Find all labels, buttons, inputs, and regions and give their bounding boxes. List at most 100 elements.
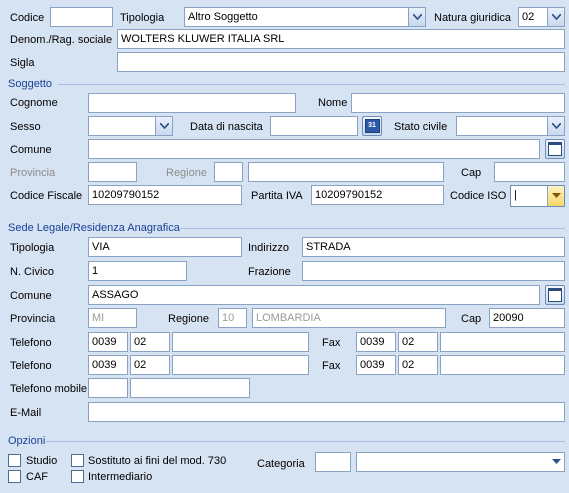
sesso-label: Sesso xyxy=(10,121,41,133)
telefono1-number-input[interactable] xyxy=(172,332,309,352)
telefono1-area-input[interactable]: 02 xyxy=(130,332,170,352)
fax1-area-input[interactable]: 02 xyxy=(398,332,438,352)
partita-iva-input[interactable]: 10209790152 xyxy=(311,185,444,205)
codice-iso-label: Codice ISO xyxy=(450,190,507,202)
sigla-input[interactable] xyxy=(117,52,565,72)
cognome-label: Cognome xyxy=(10,97,58,109)
fax1-prefix-input[interactable]: 0039 xyxy=(356,332,396,352)
comune-lookup-button[interactable] xyxy=(545,139,565,159)
calendar-button[interactable]: 31 xyxy=(362,116,382,136)
email-input[interactable] xyxy=(88,402,565,422)
regione-name-input xyxy=(248,162,444,182)
sede-comune-label: Comune xyxy=(10,290,52,302)
natura-giuridica-value: 02 xyxy=(522,11,535,23)
sesso-select[interactable] xyxy=(88,116,173,136)
mobile-number-input[interactable] xyxy=(130,378,250,398)
codice-fiscale-label: Codice Fiscale xyxy=(10,190,83,202)
codice-input[interactable] xyxy=(50,7,113,27)
opzioni-divider xyxy=(46,441,565,442)
natura-giuridica-select[interactable]: 02 xyxy=(518,7,565,27)
data-nascita-label: Data di nascita xyxy=(190,121,263,133)
opzioni-section-title: Opzioni xyxy=(8,435,46,447)
telefono-mobile-label: Telefono mobile xyxy=(10,383,88,395)
fax2-label: Fax xyxy=(322,360,341,372)
tipologia-select-value: Altro Soggetto xyxy=(188,11,258,23)
sostituto-label: Sostituto ai fini del mod. 730 xyxy=(88,455,227,467)
chevron-down-icon[interactable] xyxy=(155,117,172,135)
sede-section-title: Sede Legale/Residenza Anagrafica xyxy=(8,222,180,234)
nome-input[interactable] xyxy=(351,93,565,113)
chevron-down-icon[interactable] xyxy=(547,186,564,206)
telefono2-number-input[interactable] xyxy=(172,355,309,375)
caf-label: CAF xyxy=(26,471,48,483)
chevron-down-icon[interactable] xyxy=(408,8,425,26)
fax2-number-input[interactable] xyxy=(440,355,565,375)
natura-giuridica-label: Natura giuridica xyxy=(434,12,512,24)
indirizzo-input[interactable]: STRADA xyxy=(302,237,565,257)
codice-fiscale-input[interactable]: 10209790152 xyxy=(88,185,242,205)
fax1-label: Fax xyxy=(322,337,341,349)
fax1-number-input[interactable] xyxy=(440,332,565,352)
studio-label: Studio xyxy=(26,455,58,467)
codice-iso-select[interactable]: | xyxy=(510,185,565,207)
sede-regione-name-input: LOMBARDIA xyxy=(252,308,446,328)
mobile-prefix-input[interactable] xyxy=(88,378,128,398)
calendar-icon: 31 xyxy=(364,119,380,133)
civico-input[interactable]: 1 xyxy=(88,261,187,281)
frazione-label: Frazione xyxy=(248,266,291,278)
categoria-select[interactable] xyxy=(356,452,565,472)
soggetto-divider xyxy=(58,84,565,85)
sede-tipologia-input[interactable]: VIA xyxy=(88,237,242,257)
sede-divider xyxy=(180,228,565,229)
chevron-down-icon[interactable] xyxy=(547,8,564,26)
nome-label: Nome xyxy=(318,97,348,109)
sede-cap-input[interactable]: 20090 xyxy=(489,308,565,328)
denom-label: Denom./Rag. sociale xyxy=(10,34,113,46)
comune-label: Comune xyxy=(10,144,52,156)
civico-label: N. Civico xyxy=(10,266,55,278)
email-label: E-Mail xyxy=(10,407,42,419)
partita-iva-label: Partita IVA xyxy=(251,190,303,202)
sostituto-checkbox[interactable] xyxy=(71,454,84,467)
telefono2-prefix-input[interactable]: 0039 xyxy=(88,355,128,375)
cap-input[interactable] xyxy=(494,162,565,182)
caf-checkbox[interactable] xyxy=(8,470,21,483)
sede-comune-input[interactable]: ASSAGO xyxy=(88,285,540,305)
sigla-label: Sigla xyxy=(10,57,35,69)
frazione-input[interactable] xyxy=(302,261,565,281)
telefono2-area-input[interactable]: 02 xyxy=(130,355,170,375)
sede-comune-lookup-button[interactable] xyxy=(545,285,565,305)
window-icon xyxy=(548,288,562,302)
intermediario-label: Intermediario xyxy=(88,471,153,483)
chevron-down-icon[interactable] xyxy=(548,453,564,471)
telefono2-label: Telefono xyxy=(10,360,52,372)
categoria-label: Categoria xyxy=(257,458,305,470)
intermediario-checkbox[interactable] xyxy=(71,470,84,483)
chevron-down-icon[interactable] xyxy=(547,117,564,135)
provincia-label: Provincia xyxy=(10,167,56,179)
denom-input[interactable]: WOLTERS KLUWER ITALIA SRL xyxy=(117,29,565,49)
sede-provincia-label: Provincia xyxy=(10,313,56,325)
sede-cap-label: Cap xyxy=(461,313,482,325)
studio-checkbox[interactable] xyxy=(8,454,21,467)
cognome-input[interactable] xyxy=(88,93,296,113)
sede-regione-code-input: 10 xyxy=(218,308,247,328)
provincia-input xyxy=(88,162,137,182)
cap-label: Cap xyxy=(461,167,482,179)
codice-iso-value: | xyxy=(514,189,517,201)
fax2-prefix-input[interactable]: 0039 xyxy=(356,355,396,375)
tipologia-label: Tipologia xyxy=(120,12,165,24)
stato-civile-select[interactable] xyxy=(456,116,565,136)
tipologia-select[interactable]: Altro Soggetto xyxy=(184,7,426,27)
telefono1-prefix-input[interactable]: 0039 xyxy=(88,332,128,352)
sede-provincia-input: MI xyxy=(88,308,137,328)
categoria-code-input[interactable] xyxy=(315,452,351,472)
codice-label: Codice xyxy=(10,12,45,24)
stato-civile-label: Stato civile xyxy=(394,121,448,133)
fax2-area-input[interactable]: 02 xyxy=(398,355,438,375)
sede-regione-label: Regione xyxy=(168,313,209,325)
regione-label: Regione xyxy=(166,167,207,179)
indirizzo-label: Indirizzo xyxy=(248,242,289,254)
comune-input[interactable] xyxy=(88,139,540,159)
data-nascita-input[interactable] xyxy=(270,116,358,136)
